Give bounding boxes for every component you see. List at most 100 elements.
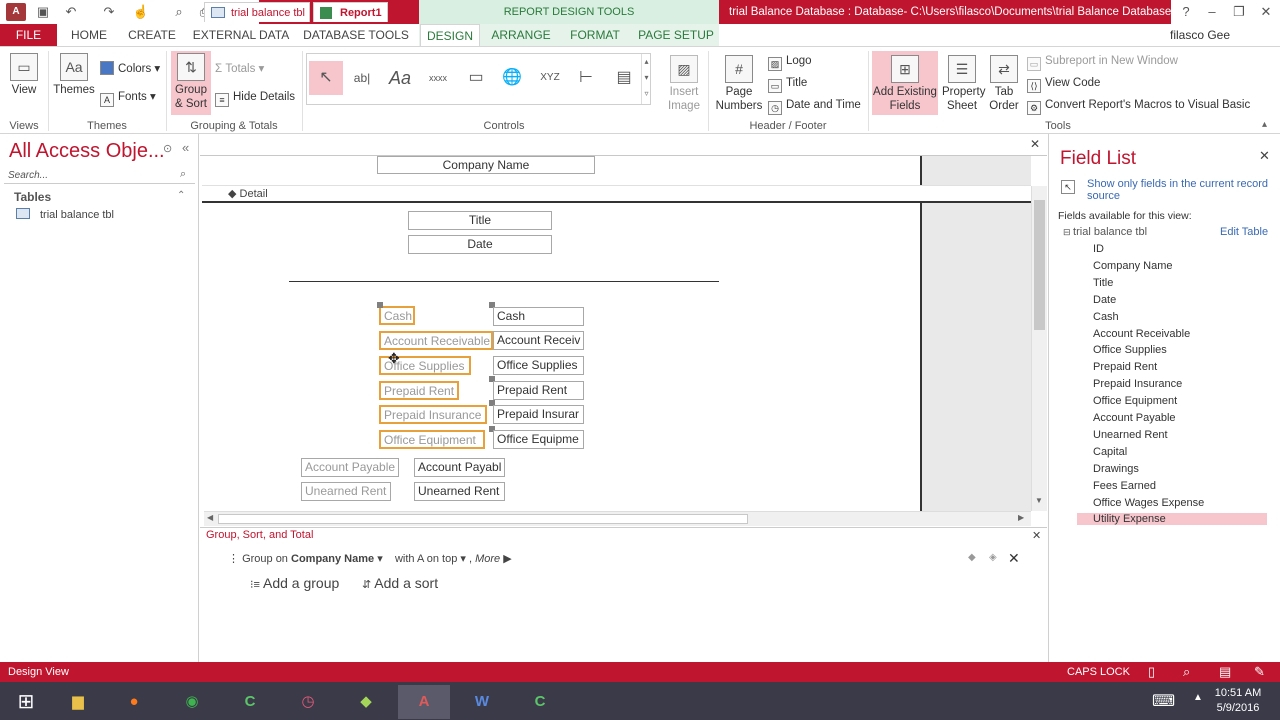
tab-file[interactable]: FILE <box>0 24 57 46</box>
scroll-thumb[interactable] <box>218 514 748 524</box>
detail-section-bar[interactable]: ◆ Detail <box>202 185 1031 201</box>
date-box[interactable]: Date <box>408 235 552 254</box>
tab-control-icon[interactable]: ▭ <box>459 61 493 95</box>
field-list-item[interactable]: Office Wages Expense <box>1093 497 1204 509</box>
label-account-payable[interactable]: Account Payable <box>301 458 399 477</box>
close-field-list-icon[interactable]: ✕ <box>1259 148 1270 164</box>
label-office-equipment[interactable]: Office Equipment <box>379 430 485 449</box>
view-code-button[interactable]: ⟨⟩ View Code <box>1027 75 1100 93</box>
tab-page-setup[interactable]: PAGE SETUP <box>636 24 716 46</box>
tab-design[interactable]: DESIGN <box>420 24 480 46</box>
dropdown-arrow-icon[interactable]: ▾ <box>374 553 386 565</box>
horizontal-scrollbar[interactable]: ◀ ▶ <box>204 511 1031 526</box>
firefox-icon[interactable]: ● <box>108 685 160 719</box>
logo-button[interactable]: ▨ Logo <box>768 53 812 71</box>
textbox-control-icon[interactable]: ab| <box>345 61 379 95</box>
add-sort-button[interactable]: ⇵ Add a sort <box>362 575 438 591</box>
colors-button[interactable]: Colors ▾ <box>100 61 160 77</box>
option-group-icon[interactable]: XYZ <box>533 61 567 95</box>
start-icon[interactable]: ⊞ <box>0 685 52 719</box>
group-on-row[interactable]: ⋮ Group on Company Name ▾ with A on top … <box>228 552 512 565</box>
date-time-button[interactable]: ◷ Date and Time <box>768 97 861 115</box>
tab-order-button[interactable]: ⇄ Tab Order <box>987 55 1021 113</box>
combo-box-icon[interactable]: ▤ <box>607 61 641 95</box>
field-list-item[interactable]: Account Payable <box>1093 412 1176 424</box>
tab-arrange[interactable]: ARRANGE <box>487 24 555 46</box>
tab-format[interactable]: FORMAT <box>564 24 626 46</box>
dropdown-arrow-icon[interactable]: ▾ <box>457 553 469 565</box>
field-list-item[interactable]: Unearned Rent <box>1093 429 1168 441</box>
layout-view-icon[interactable]: ▤ <box>1219 662 1231 682</box>
print-preview-view-icon[interactable]: ⌕ <box>1183 662 1190 682</box>
label-unearned-rent[interactable]: Unearned Rent <box>301 482 391 501</box>
close-icon[interactable]: ✕ <box>1252 0 1280 24</box>
keyboard-icon[interactable]: ⌨ <box>1152 691 1175 711</box>
textbox-prepaid-rent[interactable]: Prepaid Rent <box>493 381 584 400</box>
company-name-box[interactable]: Company Name <box>377 156 595 174</box>
group-sort-button[interactable]: ⇅ Group & Sort <box>171 51 211 115</box>
tab-home[interactable]: HOME <box>64 24 114 46</box>
resize-handle[interactable] <box>377 302 383 308</box>
add-group-button[interactable]: ⁝≡ Add a group <box>250 575 339 591</box>
design-view-icon[interactable]: ✎ <box>1254 662 1265 682</box>
nav-pane-title[interactable]: All Access Obje... <box>9 140 165 163</box>
convert-macros-button[interactable]: ⚙ Convert Report's Macros to Visual Basic <box>1027 97 1250 115</box>
search-icon[interactable]: ⌕ <box>180 168 186 181</box>
camtasia-icon[interactable]: C <box>224 685 276 719</box>
field-list-item[interactable]: Office Supplies <box>1093 344 1167 356</box>
sort-order-select[interactable]: with A on top <box>395 553 457 565</box>
title-box[interactable]: Title <box>408 211 552 230</box>
scroll-down-icon[interactable]: ▼ <box>1035 496 1043 505</box>
close-document-icon[interactable]: ✕ <box>1030 137 1040 151</box>
scroll-right-icon[interactable]: ▶ <box>1018 513 1024 522</box>
title-button[interactable]: ▭ Title <box>768 75 807 93</box>
field-list-item[interactable]: Account Receivable <box>1093 328 1190 340</box>
property-sheet-button[interactable]: ☰ Property Sheet <box>942 55 985 113</box>
redo-icon[interactable]: ↷ <box>100 3 118 21</box>
field-list-item[interactable]: Capital <box>1093 446 1127 458</box>
nav-item-trial-balance[interactable]: trial balance tbl <box>16 208 114 221</box>
print-preview-icon[interactable]: ⌕ <box>170 3 188 21</box>
word-icon[interactable]: W <box>456 685 508 719</box>
edit-table-link[interactable]: Edit Table <box>1220 226 1268 238</box>
touch-mode-icon[interactable]: ☝ <box>132 3 150 21</box>
label-prepaid-rent[interactable]: Prepaid Rent <box>379 381 459 400</box>
tab-database-tools[interactable]: DATABASE TOOLS <box>302 24 410 46</box>
bluestacks-icon[interactable]: ◆ <box>340 685 392 719</box>
field-list-item[interactable]: Fees Earned <box>1093 480 1156 492</box>
nav-section-tables[interactable]: Tables <box>14 190 51 204</box>
field-list-item[interactable]: Company Name <box>1093 260 1172 272</box>
nav-menu-icon[interactable]: ⊙ <box>163 142 172 155</box>
close-pane-icon[interactable]: ✕ <box>1032 529 1041 542</box>
field-list-item[interactable]: Date <box>1093 294 1116 306</box>
view-button[interactable]: ▭ View <box>6 53 42 97</box>
field-list-item[interactable]: Prepaid Rent <box>1093 361 1157 373</box>
textbox-cash[interactable]: Cash <box>493 307 584 326</box>
tray-expand-icon[interactable]: ▲ <box>1193 692 1203 703</box>
add-existing-fields-button[interactable]: ⊞ Add Existing Fields <box>872 51 938 115</box>
delete-group-icon[interactable]: ✕ <box>1008 550 1020 567</box>
more-options-link[interactable]: More <box>475 553 500 565</box>
table-node[interactable]: ⊟ trial balance tbl <box>1063 226 1147 238</box>
help-button[interactable]: ? <box>1172 0 1200 24</box>
fonts-button[interactable]: A Fonts ▾ <box>100 89 156 107</box>
textbox-prepaid-insurance[interactable]: Prepaid Insurar <box>493 405 584 424</box>
page-break-icon[interactable]: ⊢ <box>569 61 603 95</box>
field-list-item[interactable]: Office Equipment <box>1093 395 1177 407</box>
hide-details-button[interactable]: ≡ Hide Details <box>215 89 295 107</box>
select-pointer-icon[interactable]: ↖ <box>309 61 343 95</box>
field-list-item[interactable]: Prepaid Insurance <box>1093 378 1182 390</box>
field-list-item[interactable]: Utility Expense <box>1077 513 1267 526</box>
doc-tab-report1[interactable]: Report1 <box>313 2 388 22</box>
move-up-icon[interactable]: ◆ <box>968 552 976 563</box>
textbox-unearned-rent[interactable]: Unearned Rent <box>414 482 505 501</box>
restore-icon[interactable]: ❐ <box>1225 0 1253 24</box>
totals-button[interactable]: Σ Totals ▾ <box>215 61 264 77</box>
horizontal-line[interactable] <box>289 281 719 282</box>
tab-create[interactable]: CREATE <box>124 24 180 46</box>
move-down-icon[interactable]: ◈ <box>989 552 997 563</box>
chrome-icon[interactable]: ◉ <box>166 685 218 719</box>
subreport-button[interactable]: ▭ Subreport in New Window <box>1027 53 1178 71</box>
textbox-office-supplies[interactable]: Office Supplies <box>493 356 584 375</box>
clock[interactable]: 10:51 AM 5/9/2016 <box>1210 686 1266 716</box>
